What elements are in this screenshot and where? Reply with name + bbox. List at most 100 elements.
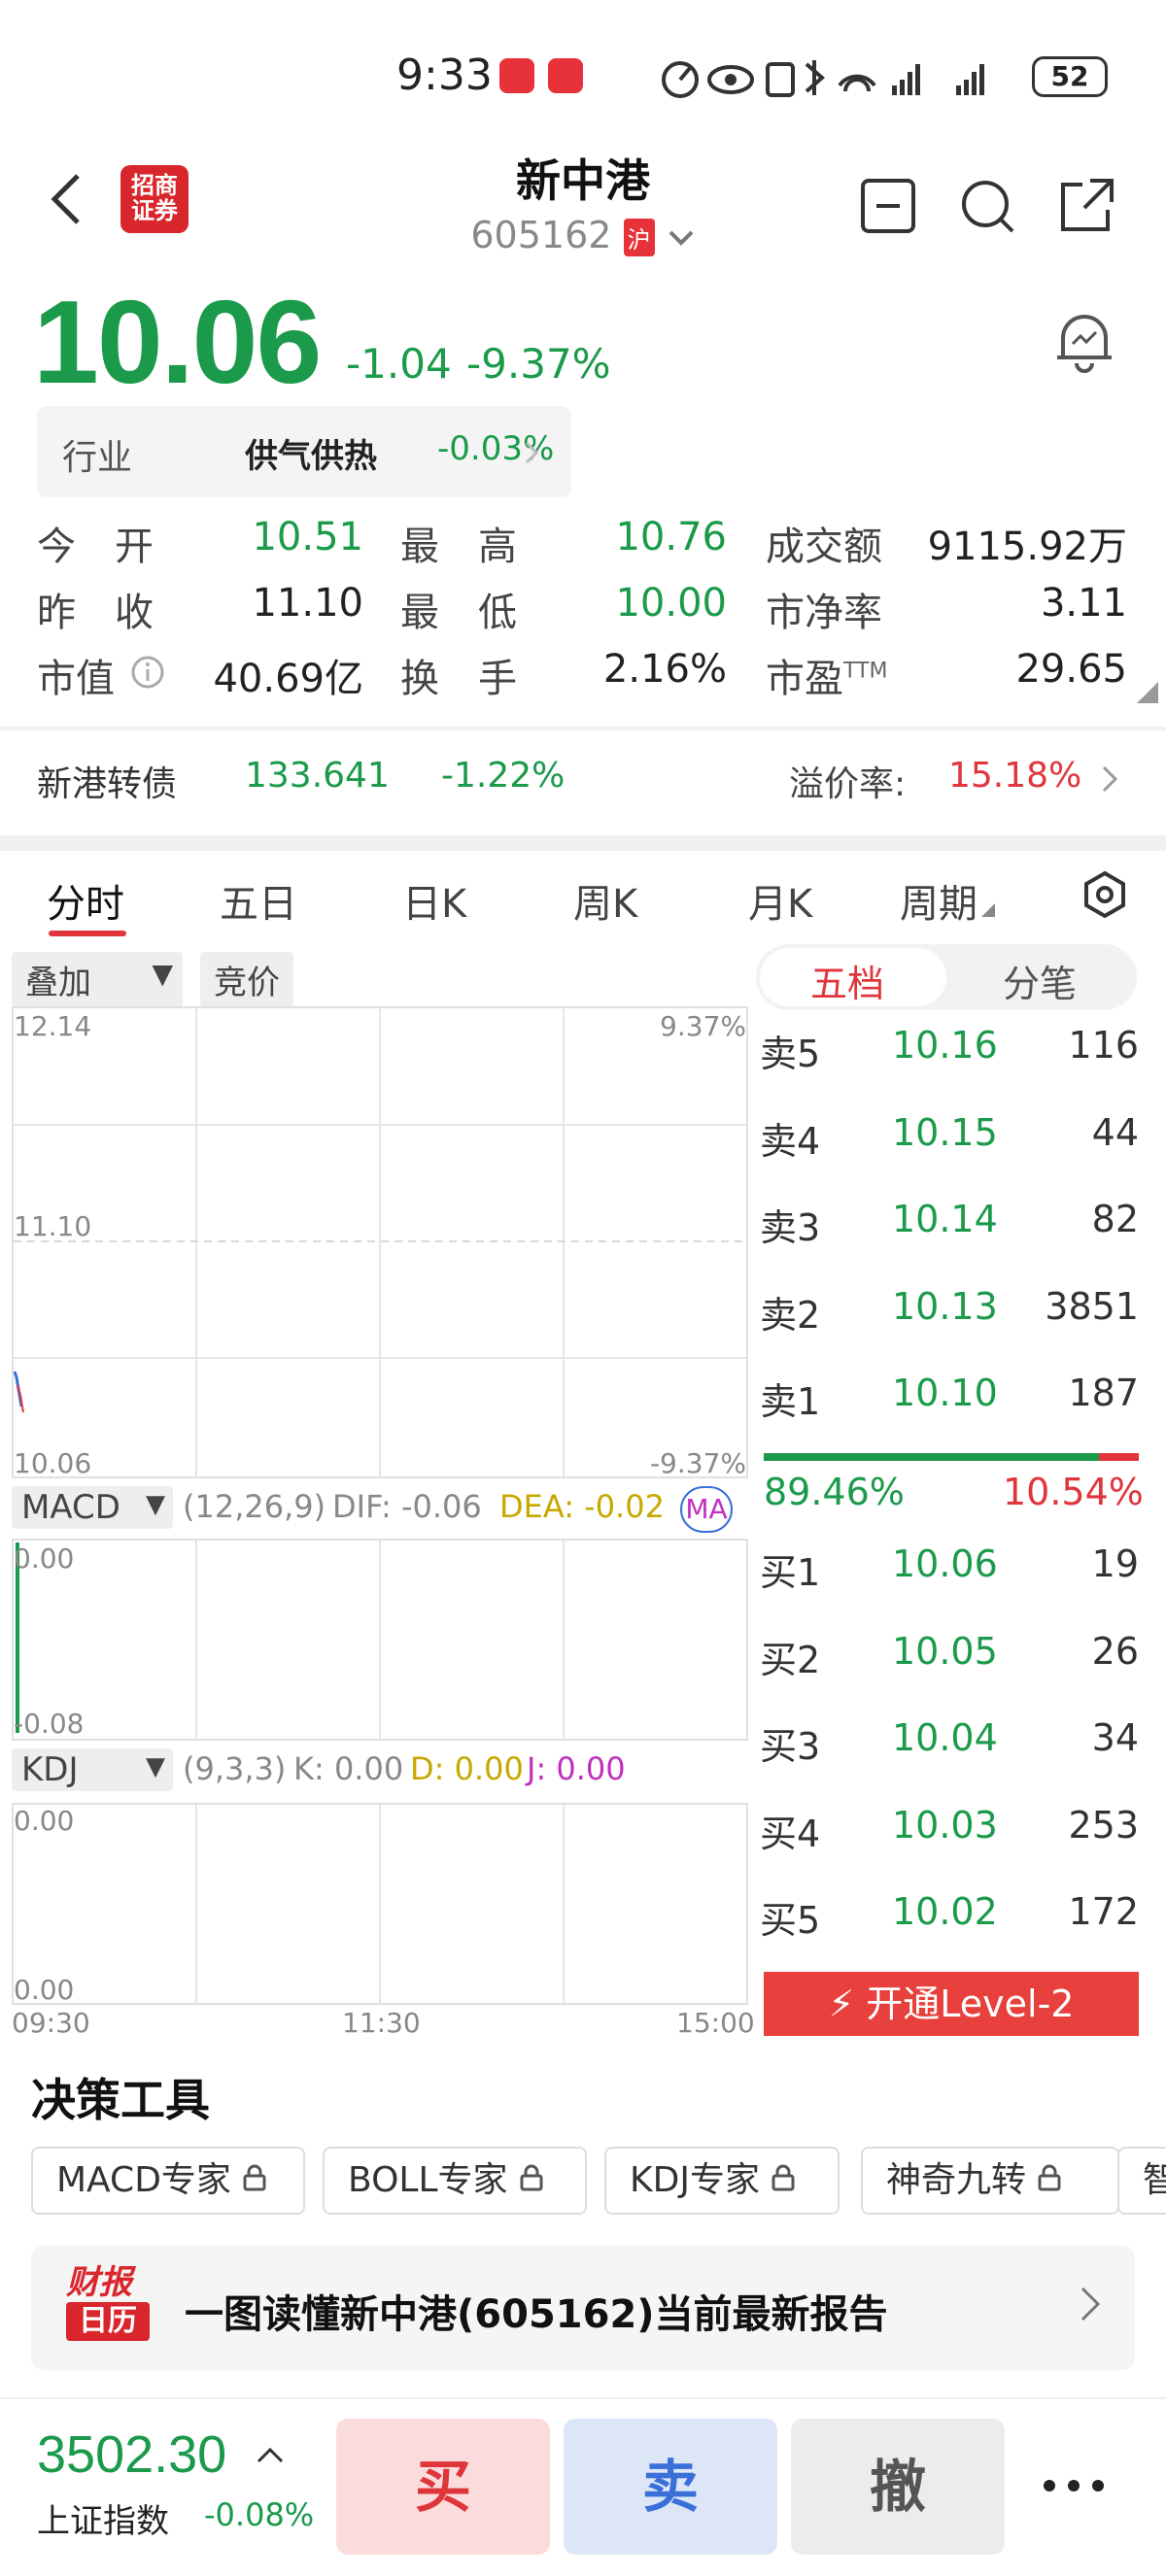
- active-tab-indicator: [49, 931, 126, 936]
- tool-chip[interactable]: 智: [1117, 2147, 1166, 2215]
- sell-button[interactable]: 卖: [564, 2419, 777, 2555]
- pct-axis-bottom: -9.37%: [649, 1447, 746, 1479]
- tab-monthly-k[interactable]: 月K: [748, 872, 812, 929]
- cancel-button[interactable]: 撤: [791, 2419, 1005, 2555]
- tab-weekly-k[interactable]: 周K: [573, 872, 637, 929]
- macd-params: (12,26,9): [183, 1488, 326, 1525]
- bid-row[interactable]: 买1 10.06 19: [760, 1542, 1139, 1601]
- tool-chip[interactable]: 神奇九转: [861, 2147, 1119, 2215]
- share-icon[interactable]: [1055, 175, 1117, 237]
- macd-header: MACD ▼ (12,26,9) DIF: -0.06 DEA: -0.02 MA: [12, 1486, 748, 1535]
- expand-corner-icon[interactable]: [1137, 682, 1158, 707]
- market-badge: 沪: [623, 219, 655, 256]
- index-value[interactable]: 3502.30: [37, 2424, 226, 2485]
- report-text: 一图读懂新中港(605162)当前最新报告: [185, 2292, 888, 2337]
- macd-dropdown[interactable]: MACD ▼: [12, 1486, 173, 1529]
- kdj-dropdown[interactable]: KDJ ▼: [12, 1748, 173, 1791]
- tab-intraday[interactable]: 分时: [47, 872, 124, 929]
- tool-label: MACD专家: [56, 2160, 231, 2200]
- ask-row[interactable]: 卖3 10.14 82: [760, 1198, 1139, 1256]
- orderbook-level: 买3: [760, 1725, 821, 1768]
- kdj-chart[interactable]: 0.00 0.00: [12, 1803, 748, 2006]
- status-bar: 9:33 52: [0, 0, 1166, 146]
- settings-hexagon-icon[interactable]: [1082, 870, 1127, 923]
- overlay-dropdown[interactable]: 叠加 ▼: [12, 952, 183, 1007]
- bid-row[interactable]: 买5 10.02 172: [760, 1890, 1139, 1949]
- signal-wifi-icon: [662, 60, 984, 98]
- orderbook-tabs: 五档 分笔: [756, 944, 1137, 1010]
- bid-row[interactable]: 买4 10.03 253: [760, 1804, 1139, 1862]
- auction-toggle[interactable]: 竞价: [200, 952, 293, 1007]
- orderbook-price: 10.15: [892, 1110, 998, 1154]
- quote-label: 今 开: [37, 525, 154, 569]
- x-axis-start: 09:30: [12, 2007, 90, 2039]
- notification-app-icon: [499, 58, 534, 93]
- kdj-j: J: 0.00: [527, 1750, 626, 1787]
- quote-grid: 今 开 10.51 最 高 10.76 成交额 9115.92万昨 收 11.10 最 低 10…: [0, 515, 1166, 709]
- back-icon[interactable]: [47, 170, 86, 228]
- ask-row[interactable]: 卖1 10.10 187: [760, 1372, 1139, 1430]
- premium-label: 溢价率:: [789, 764, 907, 804]
- tab-period[interactable]: 周期: [900, 872, 995, 929]
- premium-value: 15.18%: [948, 756, 1082, 796]
- overlay-label: 叠加: [25, 964, 91, 1002]
- quote-label: 最 高: [400, 525, 517, 569]
- orderbook-vol: 82: [1091, 1198, 1139, 1240]
- price-alert-bell-icon[interactable]: [1053, 309, 1115, 377]
- buy-button[interactable]: 买: [336, 2419, 550, 2555]
- stock-code-selector[interactable]: 605162 沪: [389, 214, 777, 256]
- info-icon[interactable]: [130, 655, 165, 694]
- tab-tick-detail[interactable]: 分笔: [1003, 954, 1077, 1007]
- search-icon[interactable]: [956, 175, 1018, 237]
- convertible-bond-row[interactable]: 新港转债 133.641 -1.22% 溢价率: 15.18%: [0, 738, 1166, 826]
- bid-row[interactable]: 买2 10.05 26: [760, 1630, 1139, 1688]
- minus-square-icon[interactable]: [857, 175, 919, 237]
- tool-chip[interactable]: BOLL专家: [323, 2147, 587, 2215]
- quote-value: 40.69亿: [213, 657, 363, 701]
- orderbook-price: 10.02: [892, 1890, 998, 1933]
- ask-row[interactable]: 卖5 10.16 116: [760, 1024, 1139, 1082]
- broker-logo: 招商证券: [120, 165, 189, 233]
- macd-dif: DIF: -0.06: [332, 1488, 482, 1525]
- ask-row[interactable]: 卖4 10.15 44: [760, 1111, 1139, 1169]
- dropdown-triangle-icon: ▼: [146, 1752, 165, 1781]
- intraday-chart[interactable]: 12.14 11.10 10.06 9.37% -9.37%: [12, 1006, 748, 1479]
- more-icon[interactable]: [1040, 2471, 1108, 2504]
- orderbook-vol: 19: [1091, 1542, 1139, 1585]
- tool-chip[interactable]: KDJ专家: [604, 2147, 840, 2215]
- macd-chart[interactable]: 0.00 -0.08: [12, 1539, 748, 1741]
- current-price: 10.06: [33, 276, 322, 408]
- orderbook-level: 卖5: [760, 1033, 821, 1075]
- chevron-up-icon[interactable]: [255, 2444, 286, 2469]
- industry-tag[interactable]: 行业 供气供热 -0.03%: [37, 406, 571, 497]
- sell-ratio: 10.54%: [1003, 1471, 1144, 1513]
- open-level2-button[interactable]: ⚡ 开通Level-2: [764, 1972, 1139, 2036]
- chevron-right-icon: [525, 441, 539, 464]
- macd-y-top: 0.00: [14, 1542, 75, 1575]
- tool-label: KDJ专家: [630, 2160, 760, 2200]
- orderbook-level: 买1: [760, 1551, 821, 1594]
- bid-row[interactable]: 买3 10.04 34: [760, 1716, 1139, 1775]
- tool-label: 神奇九转: [886, 2160, 1027, 2200]
- report-banner[interactable]: 财报 日历 一图读懂新中港(605162)当前最新报告: [31, 2246, 1135, 2370]
- ask-row[interactable]: 卖2 10.13 3851: [760, 1285, 1139, 1343]
- quote-value: 2.16%: [602, 647, 727, 692]
- quote-value: 29.65: [1015, 647, 1127, 692]
- orderbook-price: 10.05: [892, 1629, 998, 1673]
- stock-code: 605162: [470, 214, 612, 256]
- buy-ratio: 89.46%: [764, 1471, 905, 1513]
- macd-ma-toggle[interactable]: MA: [680, 1486, 733, 1533]
- kdj-label: KDJ: [21, 1750, 79, 1789]
- orderbook-level: 卖1: [760, 1380, 821, 1423]
- quote-label: 昨 收: [37, 591, 154, 635]
- tab-five-level[interactable]: 五档: [810, 954, 884, 1007]
- tab-daily-k[interactable]: 日K: [402, 872, 466, 929]
- quote-label: 最 低: [400, 591, 517, 635]
- quote-value: 3.11: [1040, 581, 1127, 626]
- tool-chip[interactable]: MACD专家: [31, 2147, 305, 2215]
- tab-five-day[interactable]: 五日: [220, 872, 297, 929]
- chevron-right-icon: [1079, 2275, 1102, 2336]
- divider: [0, 727, 1166, 730]
- orderbook-vol: 253: [1068, 1803, 1139, 1847]
- orderbook-vol: 116: [1068, 1024, 1139, 1067]
